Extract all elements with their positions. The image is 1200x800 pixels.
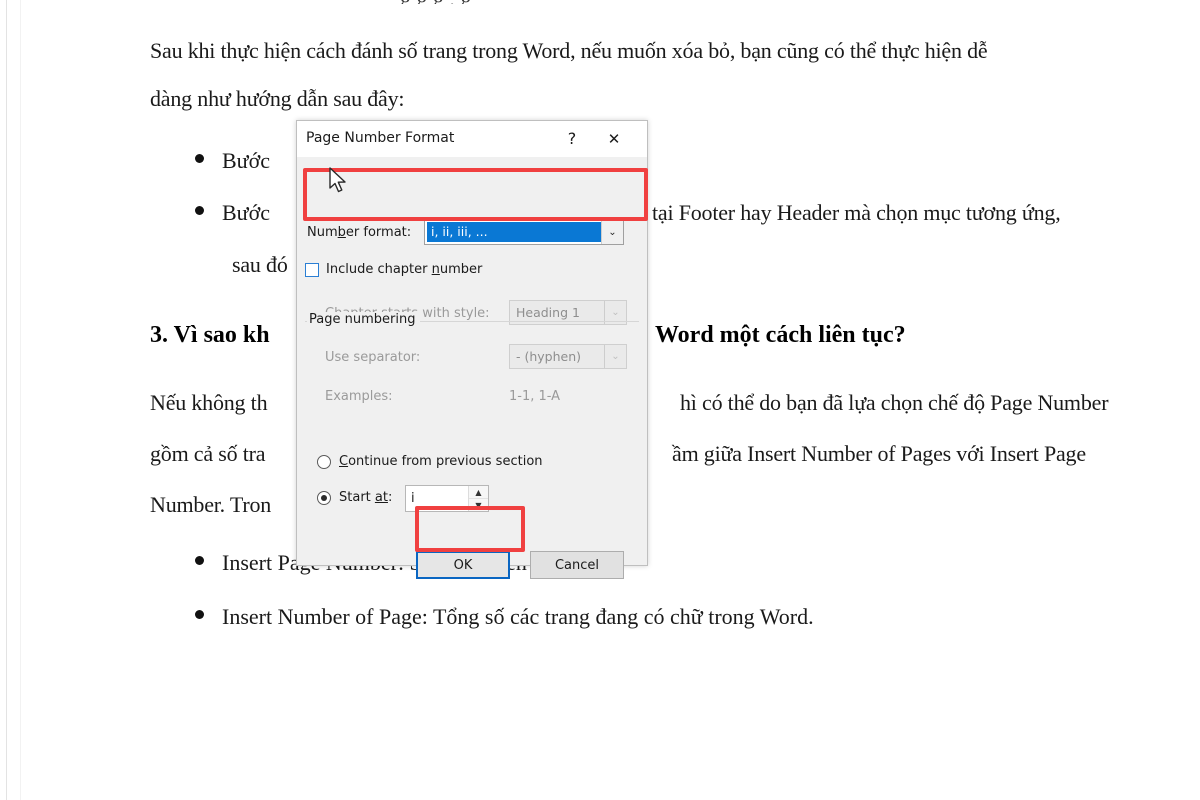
examples-value: 1-1, 1-A [509,389,561,404]
use-separator-label: Use separator: [325,350,421,365]
ok-button[interactable]: OK [416,551,510,579]
number-format-label-accel: b [337,225,346,240]
page-left-margin-line-2 [20,0,21,800]
start-at-label: Start at: [339,490,392,505]
use-separator-combobox: - (hyphen) ⌄ [509,344,627,369]
section-heading-left: 3. Vì sao kh [150,322,270,348]
dialog-body: Number format: i, ii, iii, ... ⌄ Include… [297,158,647,579]
page-number-format-dialog: Page Number Format ? ✕ Number format: i,… [296,120,648,579]
cancel-button[interactable]: Cancel [530,551,624,579]
radio-circle-icon[interactable] [317,454,331,469]
list-item: Bước [195,200,270,226]
dialog-title: Page Number Format [306,130,455,146]
list-item-label: Bước [222,200,270,225]
number-format-label-post: er format: [345,225,412,240]
page-numbering-group-label: Page numbering [307,312,421,327]
examples-label: Examples: [325,389,393,404]
continue-label-post: ontinue from previous section [348,454,543,469]
list-item: Bước [195,148,270,174]
number-format-label-pre: Num [307,225,338,240]
chevron-down-icon[interactable]: ⌄ [601,220,623,244]
doc-body-line2-right: ầm giữa Insert Number of Pages với Inser… [672,441,1086,466]
dialog-titlebar[interactable]: Page Number Format ? ✕ [297,121,647,158]
number-format-value: i, ii, iii, ... [427,222,601,242]
section-heading-right: Word một cách liên tục? [655,322,906,348]
page-left-margin-line [6,0,7,800]
start-at-label-accel: at [374,490,388,505]
bullet-dot-icon [195,206,204,215]
clipped-text-line: g g g , g [400,0,472,4]
include-chapter-number-label: Include chapter number [326,262,482,277]
checkbox-box-icon[interactable] [305,262,319,277]
doc-body-line2-left: gồm cả số tra [150,441,266,466]
continue-label: Continue from previous section [339,454,543,469]
doc-paragraph-line-2: dàng như hướng dẫn sau đây: [150,86,405,111]
radio-start-at[interactable]: Start at: [317,490,392,505]
start-at-input[interactable]: i [406,486,468,511]
continue-label-accel: C [339,454,349,469]
doc-paragraph-line-1: Sau khi thực hiện cách đánh số trang tro… [150,38,988,63]
list-item-wrap-text: sau đó [232,252,288,277]
doc-body-line1-left: Nếu không th [150,390,268,415]
number-format-label: Number format: [307,225,411,240]
bullet-dot-icon [195,556,204,565]
start-at-label-post: : [387,490,393,505]
include-chapter-number-checkbox[interactable]: Include chapter number [305,262,482,277]
radio-continue-from-previous-section[interactable]: Continue from previous section [317,454,543,469]
doc-body-line1-right: hì có thể do bạn đã lựa chọn chế độ Page… [680,390,1109,415]
close-icon[interactable]: ✕ [601,127,627,151]
radio-circle-icon[interactable] [317,490,331,505]
bullet-dot-icon [195,154,204,163]
start-at-spinner[interactable]: i ▲ ▼ [405,485,489,512]
list-item: Insert Number of Page: Tổng số các trang… [195,604,814,630]
spinner-down-icon[interactable]: ▼ [469,498,488,511]
list-item-continued-text: tại Footer hay Header mà chọn mục tương … [652,200,1061,225]
start-at-spin-buttons[interactable]: ▲ ▼ [468,486,488,511]
include-chapter-label-pre: Include chapter [326,262,432,277]
include-chapter-label-accel: n [431,262,440,277]
number-format-combobox[interactable]: i, ii, iii, ... ⌄ [424,219,624,245]
chevron-down-icon: ⌄ [604,345,626,368]
bullet-dot-icon [195,610,204,619]
doc-body-line3-left: Number. Tron [150,492,272,517]
spinner-up-icon[interactable]: ▲ [469,486,488,498]
list-item-label: Insert Number of Page: Tổng số các trang… [222,604,814,629]
include-chapter-label-post: umber [439,262,483,277]
list-item-label: Bước [222,148,270,173]
start-at-label-pre: Start [339,490,375,505]
help-icon[interactable]: ? [559,127,585,151]
use-separator-value: - (hyphen) [516,349,582,364]
